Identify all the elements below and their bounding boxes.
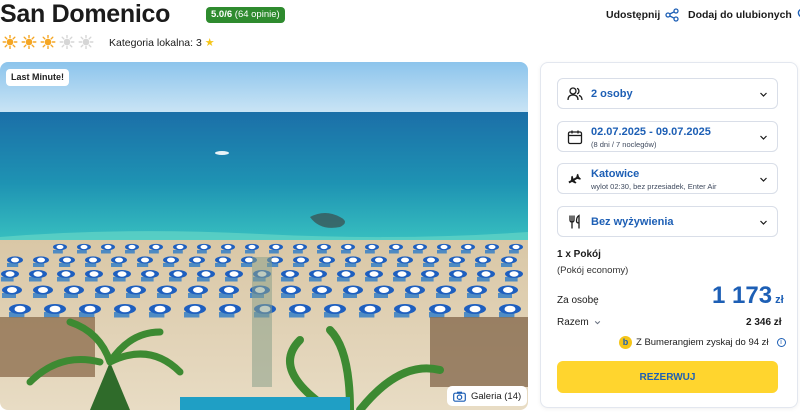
- sun-icon: [2, 35, 18, 49]
- beach-illustration: [0, 62, 528, 410]
- room-count: 1 x Pokój: [557, 249, 601, 260]
- last-minute-badge: Last Minute!: [6, 69, 69, 86]
- chevron-down-icon: [760, 177, 767, 182]
- departure-sub: wylot 02:30, bez przesiadek, Enter Air: [591, 182, 717, 191]
- chevron-down-icon: [594, 320, 600, 325]
- rating-score: 5.0/6: [211, 9, 233, 20]
- sun-icon: [40, 35, 56, 49]
- dates-select[interactable]: 02.07.2025 - 09.07.2025 (8 dni / 7 nocle…: [557, 121, 778, 152]
- calendar-icon: [567, 130, 583, 145]
- favorite-button[interactable]: Dodaj do ulubionych: [688, 8, 800, 22]
- chevron-down-icon: [760, 135, 767, 140]
- share-button[interactable]: Udostępnij: [606, 8, 679, 22]
- star-icon: ★: [204, 37, 215, 49]
- persons-icon: [567, 87, 583, 101]
- persons-value: 2 osoby: [591, 88, 633, 100]
- sun-icon: [78, 35, 94, 49]
- price-value: 1 173: [712, 282, 773, 309]
- bumerang-text: Z Bumerangiem zyskaj do 94 zł: [636, 337, 769, 348]
- local-category: Kategoria lokalna: 3 ★: [109, 36, 215, 49]
- total-price: 2 346 zł: [746, 317, 782, 328]
- sun-icon: [21, 35, 37, 49]
- rating-badge[interactable]: 5.0/6 (64 opinie): [206, 7, 285, 23]
- sun-rating: [2, 35, 94, 49]
- gallery-button[interactable]: Galeria (14): [447, 386, 528, 406]
- cutlery-icon: [569, 214, 580, 229]
- total-label: Razem: [557, 317, 589, 328]
- category-label: Kategoria lokalna: 3: [109, 37, 202, 49]
- chevron-down-icon: [760, 92, 767, 97]
- room-type: (Pokój economy): [557, 265, 629, 276]
- departure-city: Katowice: [591, 168, 640, 180]
- sun-icon: [59, 35, 75, 49]
- info-icon[interactable]: i: [776, 338, 786, 347]
- rating-count: (64 opinie): [234, 9, 280, 20]
- favorite-label: Dodaj do ulubionych: [688, 9, 792, 21]
- bumerang-icon: b: [619, 336, 632, 349]
- price-currency: zł: [775, 294, 784, 306]
- dates-value: 02.07.2025 - 09.07.2025: [591, 126, 711, 138]
- hotel-name: San Domenico: [0, 0, 171, 28]
- share-icon: [665, 8, 679, 22]
- chevron-down-icon: [760, 220, 767, 225]
- hotel-photo[interactable]: [0, 62, 528, 410]
- total-toggle[interactable]: Razem: [557, 317, 601, 328]
- dates-sub: (8 dni / 7 noclegów): [591, 140, 657, 149]
- departure-select[interactable]: Katowice wylot 02:30, bez przesiadek, En…: [557, 163, 778, 194]
- board-select[interactable]: Bez wyżywienia: [557, 206, 778, 237]
- persons-select[interactable]: 2 osoby: [557, 78, 778, 109]
- camera-icon: [453, 391, 466, 402]
- plane-icon: [568, 173, 582, 184]
- book-button[interactable]: REZERWUJ: [557, 361, 778, 393]
- per-person-price: 1 173 zł: [712, 282, 784, 310]
- share-label: Udostępnij: [606, 9, 661, 21]
- bumerang-info[interactable]: b Z Bumerangiem zyskaj do 94 zł i: [619, 336, 786, 349]
- board-value: Bez wyżywienia: [591, 216, 674, 228]
- per-person-label: Za osobę: [557, 295, 599, 306]
- gallery-label: Galeria (14): [471, 390, 522, 402]
